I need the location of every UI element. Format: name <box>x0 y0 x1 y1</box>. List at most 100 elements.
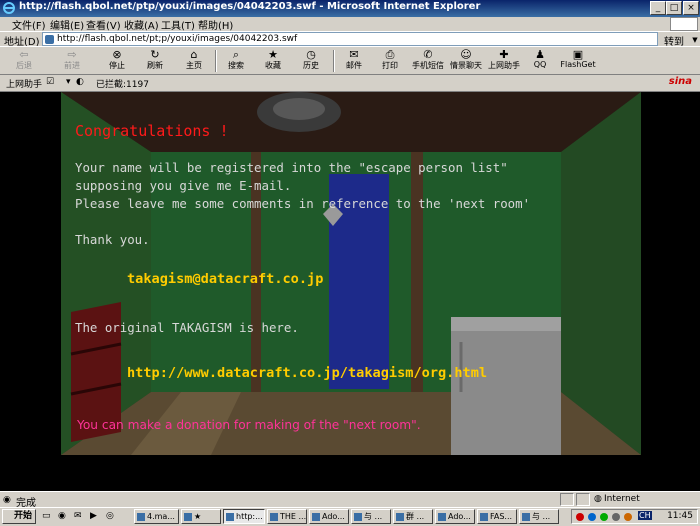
stop-button[interactable]: ⊗ 停止 <box>103 49 131 73</box>
flashget-button[interactable]: ▣ FlashGet <box>560 49 596 73</box>
taskbar: 开始 ▭ ◉ ✉ ▶ ◎ 4.ma... ★ http:... THE ... … <box>0 507 700 526</box>
task-label: 群 ... <box>406 512 425 521</box>
task-label: THE ... <box>280 512 307 521</box>
congratulations-heading: Congratulations ! <box>75 122 229 140</box>
flashget-label: FlashGet <box>560 60 596 69</box>
assistant-button[interactable]: ✚ 上网助手 <box>486 49 522 73</box>
task-button[interactable]: 群 ... <box>393 509 433 524</box>
quicklaunch-mail-icon[interactable]: ✉ <box>74 511 82 521</box>
sms-button[interactable]: ✆ 手机短信 <box>410 49 446 73</box>
task-button[interactable]: Ado... <box>309 509 349 524</box>
forward-label: 前进 <box>64 61 80 70</box>
print-icon: ⎙ <box>385 48 395 61</box>
tray-antivirus-icon[interactable] <box>576 513 584 521</box>
task-button[interactable]: FAS... <box>477 509 517 524</box>
home-label: 主页 <box>186 61 202 70</box>
popup-blocker-icon[interactable]: ◐ <box>76 77 84 87</box>
task-label: http:... <box>236 512 263 521</box>
task-label: Ado... <box>448 512 471 521</box>
system-tray: CH 11:45 <box>571 509 698 524</box>
menu-bar: 文件(F) 编辑(E) 查看(V) 收藏(A) 工具(T) 帮助(H) <box>0 17 700 32</box>
menu-edit[interactable]: 编辑(E) <box>50 17 84 32</box>
menu-file[interactable]: 文件(F) <box>12 17 46 32</box>
task-button[interactable]: 与 ... <box>351 509 391 524</box>
blocked-count[interactable]: 已拦截:1197 <box>96 77 149 90</box>
mail-label: 邮件 <box>346 61 362 70</box>
quicklaunch-media-icon[interactable]: ▶ <box>90 511 97 521</box>
favorites-button[interactable]: ★ 收藏 <box>259 49 287 73</box>
task-label: 4.ma... <box>147 512 175 521</box>
original-site-link[interactable]: http://www.datacraft.co.jp/takagism/org.… <box>127 365 487 381</box>
task-button[interactable]: Ado... <box>435 509 475 524</box>
history-icon: ◷ <box>306 48 316 61</box>
sms-label: 手机短信 <box>412 61 444 70</box>
tray-network-icon[interactable] <box>588 513 596 521</box>
refresh-label: 刷新 <box>147 61 163 70</box>
sms-icon: ✆ <box>423 48 433 61</box>
address-input[interactable]: http://flash.qbol.net/pt;p/youxi/images/… <box>42 32 700 46</box>
quicklaunch-browser-icon[interactable]: ◎ <box>106 511 114 521</box>
forward-arrow-icon: ⇨ <box>67 48 77 61</box>
qq-button[interactable]: ♟ QQ <box>528 49 552 73</box>
chat-button[interactable]: ☺ 情景聊天 <box>448 49 484 73</box>
task-button[interactable]: THE ... <box>267 509 307 524</box>
tray-flashget-icon[interactable] <box>624 513 632 521</box>
address-url: http://flash.qbol.net/pt;p/youxi/images/… <box>57 34 298 44</box>
flash-content[interactable]: Congratulations ! Your name will be regi… <box>0 92 700 491</box>
title-bar: http://flash.qbol.net/ptp/youxi/images/0… <box>0 0 700 17</box>
search-icon: ⌕ <box>232 48 240 61</box>
refresh-icon: ↻ <box>150 48 160 61</box>
ie-logo-icon <box>3 2 15 14</box>
back-arrow-icon: ⇦ <box>19 48 29 61</box>
window-title: http://flash.qbol.net/ptp/youxi/images/0… <box>19 1 481 12</box>
status-bar: ◉ 完成 ◍ Internet <box>0 491 700 509</box>
start-button[interactable]: 开始 <box>2 509 36 524</box>
tray-volume-icon[interactable] <box>612 513 620 521</box>
assistant-icon: ✚ <box>499 48 509 61</box>
original-text: The original TAKAGISM is here. <box>75 320 299 335</box>
address-dropdown-icon[interactable]: ▼ <box>690 34 700 46</box>
thank-you-text: Thank you. <box>75 232 150 247</box>
print-button[interactable]: ⎙ 打印 <box>376 49 404 73</box>
checkbox-icon[interactable]: ☑ <box>46 77 54 87</box>
task-button[interactable]: ★ <box>181 509 221 524</box>
mail-icon: ✉ <box>349 48 359 61</box>
qq-penguin-icon: ♟ <box>535 48 545 61</box>
menu-help[interactable]: 帮助(H) <box>198 17 233 32</box>
address-bar: 地址(D) http://flash.qbol.net/pt;p/youxi/i… <box>0 31 700 48</box>
task-button[interactable]: 4.ma... <box>134 509 179 524</box>
donation-text: You can make a donation for making of th… <box>77 418 421 432</box>
stop-label: 停止 <box>109 61 125 70</box>
minimize-button[interactable]: _ <box>650 1 666 15</box>
dropdown-icon[interactable]: ▾ <box>66 77 71 87</box>
menu-favorites[interactable]: 收藏(A) <box>124 17 159 32</box>
mail-button[interactable]: ✉ 邮件 <box>340 49 368 73</box>
refresh-button[interactable]: ↻ 刷新 <box>141 49 169 73</box>
sina-logo[interactable]: sina <box>669 76 692 87</box>
search-label: 搜索 <box>228 61 244 70</box>
assistant-label: 上网助手 <box>488 61 520 70</box>
favorites-label: 收藏 <box>265 61 281 70</box>
done-icon: ◉ <box>3 495 11 505</box>
forward-button[interactable]: ⇨ 前进 <box>56 49 88 73</box>
menu-view[interactable]: 查看(V) <box>86 17 121 32</box>
quicklaunch-desktop-icon[interactable]: ▭ <box>42 511 51 521</box>
task-button[interactable]: 与 ... <box>519 509 559 524</box>
menu-tools[interactable]: 工具(T) <box>161 17 195 32</box>
assistant-link[interactable]: 上网助手 <box>6 77 42 90</box>
home-button[interactable]: ⌂ 主页 <box>180 49 208 73</box>
helper-bar: 上网助手 ☑ ▾ ◐ 已拦截:1197 sina <box>0 74 700 92</box>
quicklaunch-ie-icon[interactable]: ◉ <box>58 511 66 521</box>
email-link[interactable]: takagism@datacraft.co.jp <box>127 271 323 287</box>
task-button-active[interactable]: http:... <box>223 509 265 524</box>
maximize-button[interactable]: □ <box>666 1 682 15</box>
search-button[interactable]: ⌕ 搜索 <box>222 49 250 73</box>
tray-qq-icon[interactable] <box>600 513 608 521</box>
ime-language-indicator[interactable]: CH <box>638 511 652 520</box>
back-button[interactable]: ⇦ 后退 <box>8 49 40 73</box>
message-body: Your name will be registered into the "e… <box>75 160 531 211</box>
history-button[interactable]: ◷ 历史 <box>297 49 325 73</box>
close-button[interactable]: × <box>683 1 699 15</box>
flashget-icon: ▣ <box>572 48 584 61</box>
toolbar-separator <box>333 50 335 72</box>
